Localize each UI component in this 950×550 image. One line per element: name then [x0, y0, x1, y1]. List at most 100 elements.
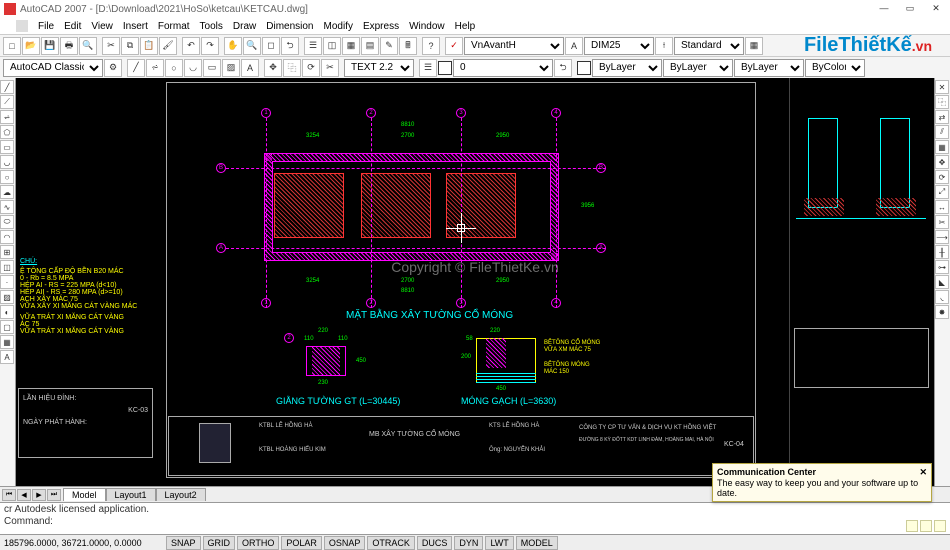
plotstyle-select[interactable]: ByColor	[805, 59, 865, 77]
menu-draw[interactable]: Draw	[229, 21, 260, 32]
layer-select[interactable]: 0	[453, 59, 553, 77]
status-ortho[interactable]: ORTHO	[237, 536, 279, 550]
new-icon[interactable]: □	[3, 37, 21, 55]
tab-last-icon[interactable]: ⏭	[47, 489, 61, 501]
revcloud-tool-icon[interactable]: ☁	[0, 185, 14, 199]
plot-icon[interactable]: 🖶	[60, 37, 78, 55]
menu-edit[interactable]: Edit	[60, 21, 85, 32]
copy-mod-icon[interactable]: ⿻	[935, 95, 949, 109]
rotate-icon[interactable]: ⟳	[302, 59, 320, 77]
pline-tool-icon[interactable]: ⩫	[0, 110, 14, 124]
tab-prev-icon[interactable]: ◀	[17, 489, 31, 501]
menu-tools[interactable]: Tools	[196, 21, 227, 32]
layer-manager-icon[interactable]: ☰	[419, 59, 437, 77]
status-lwt[interactable]: LWT	[485, 536, 513, 550]
tab-model[interactable]: Model	[63, 488, 106, 501]
scale-icon[interactable]: ⤢	[935, 185, 949, 199]
status-polar[interactable]: POLAR	[281, 536, 322, 550]
drawing-canvas[interactable]: CHÚ: Ệ TÔNG CẤP ĐỘ BỀN B20 MÁC 0 - Rb = …	[16, 78, 934, 486]
ellipsearc-tool-icon[interactable]: ◠	[0, 230, 14, 244]
hatch-icon[interactable]: ▨	[222, 59, 240, 77]
menu-help[interactable]: Help	[451, 21, 480, 32]
zoom-icon[interactable]: 🔍	[243, 37, 261, 55]
close-button[interactable]: ✕	[924, 0, 948, 16]
menu-file[interactable]: File	[34, 21, 58, 32]
offset-icon[interactable]: ⫽	[935, 125, 949, 139]
text-height-select[interactable]: TEXT 2.2	[344, 59, 414, 77]
line-tool-icon[interactable]: ╱	[0, 80, 14, 94]
break-icon[interactable]: ╫	[935, 245, 949, 259]
menu-modify[interactable]: Modify	[320, 21, 357, 32]
layer-prev-icon[interactable]: ⮌	[554, 59, 572, 77]
color-current[interactable]	[577, 61, 591, 75]
status-snap[interactable]: SNAP	[166, 536, 201, 550]
status-dyn[interactable]: DYN	[454, 536, 483, 550]
array-icon[interactable]: ▦	[935, 140, 949, 154]
move-mod-icon[interactable]: ✥	[935, 155, 949, 169]
copy2-icon[interactable]: ⿻	[283, 59, 301, 77]
zoom-prev-icon[interactable]: ⮌	[281, 37, 299, 55]
sheetset-icon[interactable]: ▤	[361, 37, 379, 55]
extend-icon[interactable]: ⟶	[935, 230, 949, 244]
join-icon[interactable]: ⊶	[935, 260, 949, 274]
minimize-button[interactable]: —	[872, 0, 896, 16]
textstyle-icon[interactable]: A	[565, 37, 583, 55]
hatch-tool-icon[interactable]: ▨	[0, 290, 14, 304]
markup-icon[interactable]: ✎	[380, 37, 398, 55]
trim-mod-icon[interactable]: ✂	[935, 215, 949, 229]
maximize-button[interactable]: ▭	[898, 0, 922, 16]
tab-layout2[interactable]: Layout2	[156, 488, 206, 501]
status-grid[interactable]: GRID	[203, 536, 236, 550]
arc-tool-icon[interactable]: ◡	[0, 155, 14, 169]
tray-lock-icon[interactable]	[920, 520, 932, 532]
status-osnap[interactable]: OSNAP	[324, 536, 366, 550]
dim-style-select[interactable]: DIM25	[584, 37, 654, 55]
match-icon[interactable]: 🖌	[159, 37, 177, 55]
status-ducs[interactable]: DUCS	[417, 536, 453, 550]
lineweight-select[interactable]: ByLayer	[734, 59, 804, 77]
designcenter-icon[interactable]: ◫	[323, 37, 341, 55]
color-swatch[interactable]	[438, 61, 452, 75]
chamfer-icon[interactable]: ◣	[935, 275, 949, 289]
tab-first-icon[interactable]: ⏮	[2, 489, 16, 501]
open-icon[interactable]: 📂	[22, 37, 40, 55]
undo-icon[interactable]: ↶	[182, 37, 200, 55]
dimstyle-icon[interactable]: ⟊	[655, 37, 673, 55]
table-style-select[interactable]: Standard	[674, 37, 744, 55]
text-style-select[interactable]: VnAvantH	[464, 37, 564, 55]
region-tool-icon[interactable]: ▢	[0, 320, 14, 334]
line-icon[interactable]: ╱	[127, 59, 145, 77]
zoom-window-icon[interactable]: ◻	[262, 37, 280, 55]
preview-icon[interactable]: 🔍	[79, 37, 97, 55]
table-tool-icon[interactable]: ▦	[0, 335, 14, 349]
tab-layout1[interactable]: Layout1	[106, 488, 156, 501]
calc-icon[interactable]: 🖩	[399, 37, 417, 55]
menu-view[interactable]: View	[87, 21, 117, 32]
toolpalette-icon[interactable]: ▦	[342, 37, 360, 55]
menu-express[interactable]: Express	[359, 21, 403, 32]
redo-icon[interactable]: ↷	[201, 37, 219, 55]
insert-tool-icon[interactable]: ⊞	[0, 245, 14, 259]
pline-icon[interactable]: ⩫	[146, 59, 164, 77]
menu-format[interactable]: Format	[154, 21, 194, 32]
fillet-icon[interactable]: ◟	[935, 290, 949, 304]
rotate-mod-icon[interactable]: ⟳	[935, 170, 949, 184]
paste-icon[interactable]: 📋	[140, 37, 158, 55]
workspace-select[interactable]: AutoCAD Classic	[3, 59, 103, 77]
mtext-tool-icon[interactable]: A	[0, 350, 14, 364]
arc-icon[interactable]: ◡	[184, 59, 202, 77]
tray-comm-icon[interactable]	[906, 520, 918, 532]
move-icon[interactable]: ✥	[264, 59, 282, 77]
menu-dimension[interactable]: Dimension	[262, 21, 317, 32]
status-model[interactable]: MODEL	[516, 536, 558, 550]
help-icon[interactable]: ?	[422, 37, 440, 55]
ws-settings-icon[interactable]: ⚙	[104, 59, 122, 77]
properties-icon[interactable]: ☰	[304, 37, 322, 55]
abc-icon[interactable]: ✓	[445, 37, 463, 55]
stretch-icon[interactable]: ↔	[935, 200, 949, 214]
rect-tool-icon[interactable]: ▭	[0, 140, 14, 154]
command-window[interactable]: cr Autodesk licensed application. Comman…	[0, 502, 950, 534]
erase-icon[interactable]: ✕	[935, 80, 949, 94]
circle-tool-icon[interactable]: ○	[0, 170, 14, 184]
explode-icon[interactable]: ✸	[935, 305, 949, 319]
